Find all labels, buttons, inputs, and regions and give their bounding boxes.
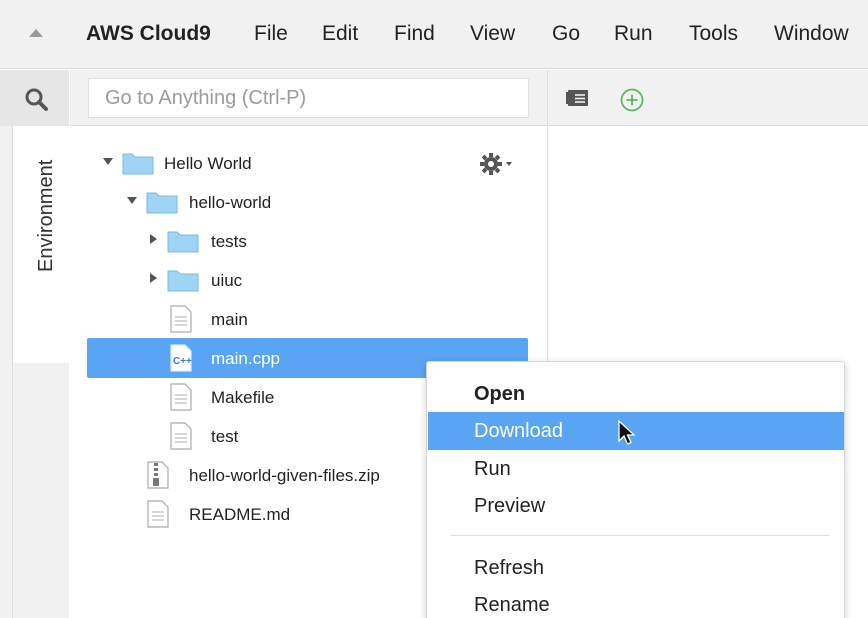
tree-item-label: Makefile: [211, 388, 275, 407]
tree-item-label: README.md: [189, 505, 291, 524]
strip-empty-area: [12, 363, 69, 618]
collapse-arrow-icon[interactable]: [150, 273, 157, 283]
search-button[interactable]: [0, 70, 69, 126]
tree-item-label: test: [211, 427, 239, 446]
tree-item-hello-world-folder[interactable]: hello-world: [87, 182, 528, 222]
file-icon: [170, 422, 192, 450]
context-menu-run[interactable]: Run: [428, 450, 844, 488]
tab-list-icon[interactable]: [566, 88, 592, 108]
environment-tab[interactable]: Environment: [12, 126, 69, 363]
add-tab-icon[interactable]: [620, 88, 644, 112]
menu-run[interactable]: Run: [614, 22, 653, 46]
tree-item-main-file[interactable]: main: [87, 299, 528, 339]
menu-file[interactable]: File: [254, 22, 288, 46]
context-menu-preview[interactable]: Preview: [428, 487, 844, 525]
goto-anything-input[interactable]: [88, 78, 529, 118]
tree-item-label: main: [211, 310, 248, 329]
editor-tab-bar: [547, 70, 868, 126]
tree-item-tests-folder[interactable]: tests: [87, 221, 528, 261]
file-icon: [170, 383, 192, 411]
tree-item-label: hello-world-given-files.zip: [189, 466, 380, 485]
menu-window[interactable]: Window: [774, 22, 849, 46]
menu-edit[interactable]: Edit: [322, 22, 358, 46]
context-menu-open[interactable]: Open: [428, 375, 844, 413]
context-menu-rename[interactable]: Rename: [428, 586, 844, 618]
zip-file-icon: [147, 461, 169, 489]
left-tool-strip: Environment: [0, 70, 69, 618]
expand-arrow-icon[interactable]: [103, 158, 113, 165]
menu-view[interactable]: View: [470, 22, 515, 46]
tree-item-label: tests: [211, 232, 247, 251]
menu-go[interactable]: Go: [552, 22, 580, 46]
goto-bar: [70, 70, 547, 126]
folder-icon: [167, 231, 199, 253]
folder-icon: [146, 192, 178, 214]
folder-icon: [122, 153, 154, 175]
folder-icon: [167, 270, 199, 292]
expand-arrow-icon[interactable]: [127, 197, 137, 204]
menu-tools[interactable]: Tools: [689, 22, 738, 46]
tree-item-label: hello-world: [189, 193, 272, 212]
collapse-arrow-icon[interactable]: [150, 234, 157, 244]
file-icon: [147, 500, 169, 528]
mouse-pointer-icon: [618, 420, 636, 445]
context-menu-divider: [451, 535, 829, 536]
context-menu: Open Download Run Preview Refresh Rename: [426, 361, 845, 618]
tree-item-hello-world-root[interactable]: Hello World: [87, 143, 528, 183]
file-icon: [170, 305, 192, 333]
svg-text:C++: C++: [173, 356, 192, 367]
tree-item-label: main.cpp: [211, 349, 280, 368]
tree-item-label: Hello World: [164, 154, 252, 173]
app-menu-brand[interactable]: AWS Cloud9: [86, 22, 211, 46]
menu-bar: AWS Cloud9 File Edit Find View Go Run To…: [0, 0, 868, 69]
menu-find[interactable]: Find: [394, 22, 435, 46]
cpp-file-icon: C++: [170, 344, 192, 372]
collapse-menubar-icon[interactable]: [29, 29, 43, 37]
tree-item-label: uiuc: [211, 271, 243, 290]
search-icon: [25, 88, 48, 111]
context-menu-refresh[interactable]: Refresh: [428, 549, 844, 587]
environment-tab-label: Environment: [35, 159, 57, 272]
tree-item-uiuc-folder[interactable]: uiuc: [87, 260, 528, 300]
